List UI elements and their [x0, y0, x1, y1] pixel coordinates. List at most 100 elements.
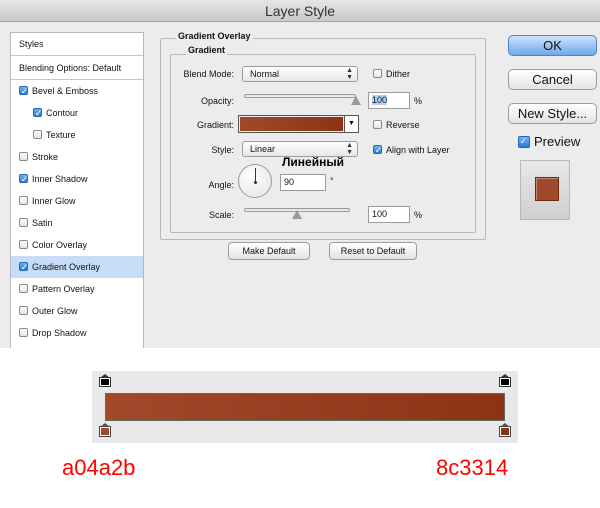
sidebar-item-checkbox[interactable]	[19, 196, 28, 206]
opacity-label: Opacity:	[200, 96, 234, 106]
sidebar-item[interactable]: Inner Shadow	[11, 168, 143, 190]
sidebar-styles-header[interactable]: Styles	[11, 33, 143, 56]
sidebar-item-label: Gradient Overlay	[32, 262, 101, 272]
scale-slider-thumb[interactable]	[292, 210, 302, 219]
layer-style-dialog: Layer Style Styles Blending Options: Def…	[0, 0, 600, 348]
styles-sidebar: Styles Blending Options: Default Bevel &…	[10, 32, 144, 348]
dither-label: Dither	[386, 69, 411, 79]
angle-needle	[255, 168, 256, 182]
blend-mode-label: Blend Mode:	[183, 69, 234, 79]
gradient-editor-strip	[92, 371, 518, 443]
sidebar-item-label: Inner Glow	[32, 196, 76, 206]
preview-label: Preview	[534, 134, 581, 149]
dither-checkbox-row[interactable]: Dither	[373, 69, 410, 79]
scale-input[interactable]: 100	[368, 206, 410, 223]
sidebar-item[interactable]: Gradient Overlay	[11, 256, 143, 278]
sidebar-item-label: Inner Shadow	[32, 174, 88, 184]
stop-square-icon	[499, 377, 511, 387]
sidebar-item-label: Color Overlay	[32, 240, 88, 250]
linear-annotation: Линейный	[282, 155, 344, 169]
opacity-stop-right[interactable]	[499, 374, 511, 387]
updown-arrows-icon: ▲ ▼	[346, 142, 353, 156]
style-value: Linear	[250, 144, 276, 154]
reverse-label: Reverse	[386, 120, 420, 130]
stop-color-square-icon	[499, 426, 511, 437]
sidebar-items: Bevel & Emboss Contour Texture Stroke Inner …	[11, 80, 143, 344]
sidebar-blending-options[interactable]: Blending Options: Default	[11, 56, 143, 80]
scale-value: 100	[372, 209, 388, 219]
gradient-label: Gradient:	[196, 120, 234, 130]
align-with-layer-checkbox[interactable]	[373, 145, 383, 155]
angle-input[interactable]: 90	[280, 174, 326, 191]
sidebar-item-checkbox[interactable]	[19, 86, 29, 96]
sidebar-item[interactable]: Stroke	[11, 146, 143, 168]
sidebar-item[interactable]: Bevel & Emboss	[11, 80, 143, 102]
align-with-layer-label: Align with Layer	[386, 145, 450, 155]
angle-degree-sign: °	[330, 176, 334, 186]
opacity-slider[interactable]	[244, 94, 356, 98]
color-stop-left[interactable]	[99, 423, 111, 437]
sidebar-item[interactable]: Drop Shadow	[11, 322, 143, 344]
angle-label: Angle:	[208, 180, 234, 190]
group-title: Gradient	[186, 45, 228, 55]
sidebar-item-checkbox[interactable]	[19, 240, 28, 250]
new-style-button[interactable]: New Style...	[508, 103, 597, 124]
preview-checkbox[interactable]	[518, 135, 530, 148]
sidebar-item-label: Contour	[46, 108, 79, 118]
sidebar-item[interactable]: Outer Glow	[11, 300, 143, 322]
end-color-hex: 8c3314	[436, 455, 509, 480]
sidebar-item[interactable]: Satin	[11, 212, 143, 234]
ok-button[interactable]: OK	[508, 35, 597, 56]
sidebar-item-checkbox[interactable]	[19, 218, 28, 228]
stop-square-icon	[99, 377, 111, 387]
scale-label: Scale:	[208, 210, 234, 220]
sidebar-item-checkbox[interactable]	[33, 108, 43, 118]
sidebar-item-checkbox[interactable]	[33, 130, 42, 140]
start-color-hex: a04a2b	[62, 455, 136, 480]
gradient-picker[interactable]: ▼	[238, 115, 359, 133]
sidebar-item-label: Pattern Overlay	[32, 284, 95, 294]
section-title: Gradient Overlay	[176, 31, 253, 41]
sidebar-item[interactable]: Color Overlay	[11, 234, 143, 256]
sidebar-item-label: Texture	[46, 130, 76, 140]
updown-arrows-icon: ▲ ▼	[346, 67, 353, 81]
gradient-picker-swatch	[240, 117, 343, 131]
sidebar-item-checkbox[interactable]	[19, 306, 28, 316]
angle-dial[interactable]	[238, 164, 272, 198]
opacity-slider-thumb[interactable]	[351, 96, 361, 105]
make-default-button[interactable]: Make Default	[228, 242, 310, 260]
color-stop-right[interactable]	[499, 423, 511, 437]
preview-square	[535, 177, 559, 201]
sidebar-item-checkbox[interactable]	[19, 328, 28, 338]
sidebar-item[interactable]: Pattern Overlay	[11, 278, 143, 300]
blend-mode-value: Normal	[250, 69, 280, 79]
opacity-value: 100	[372, 95, 388, 105]
opacity-stop-left[interactable]	[99, 374, 111, 387]
reverse-checkbox[interactable]	[373, 120, 382, 130]
sidebar-item-checkbox[interactable]	[19, 262, 29, 272]
sidebar-item-checkbox[interactable]	[19, 174, 29, 184]
opacity-percent: %	[414, 96, 423, 106]
angle-value: 90	[284, 177, 295, 187]
sidebar-item[interactable]: Texture	[11, 124, 143, 146]
stop-color-square-icon	[99, 426, 111, 437]
gradient-dropdown-arrow[interactable]: ▼	[344, 116, 358, 132]
preview-checkbox-row[interactable]: Preview	[518, 134, 580, 149]
scale-percent: %	[414, 210, 423, 220]
reset-to-default-button[interactable]: Reset to Default	[329, 242, 417, 260]
sidebar-item-label: Bevel & Emboss	[32, 86, 99, 96]
sidebar-item-label: Satin	[32, 218, 53, 228]
dither-checkbox[interactable]	[373, 69, 382, 79]
style-label: Style:	[211, 145, 234, 155]
sidebar-item-checkbox[interactable]	[19, 284, 28, 294]
sidebar-item-label: Stroke	[32, 152, 59, 162]
align-checkbox-row[interactable]: Align with Layer	[373, 145, 450, 155]
sidebar-item-checkbox[interactable]	[19, 152, 28, 162]
blend-mode-select[interactable]: Normal ▲ ▼	[242, 66, 358, 82]
opacity-input[interactable]: 100	[368, 92, 410, 109]
reverse-checkbox-row[interactable]: Reverse	[373, 120, 420, 130]
sidebar-item[interactable]: Inner Glow	[11, 190, 143, 212]
sidebar-item-label: Drop Shadow	[32, 328, 87, 338]
cancel-button[interactable]: Cancel	[508, 69, 597, 90]
sidebar-item[interactable]: Contour	[11, 102, 143, 124]
